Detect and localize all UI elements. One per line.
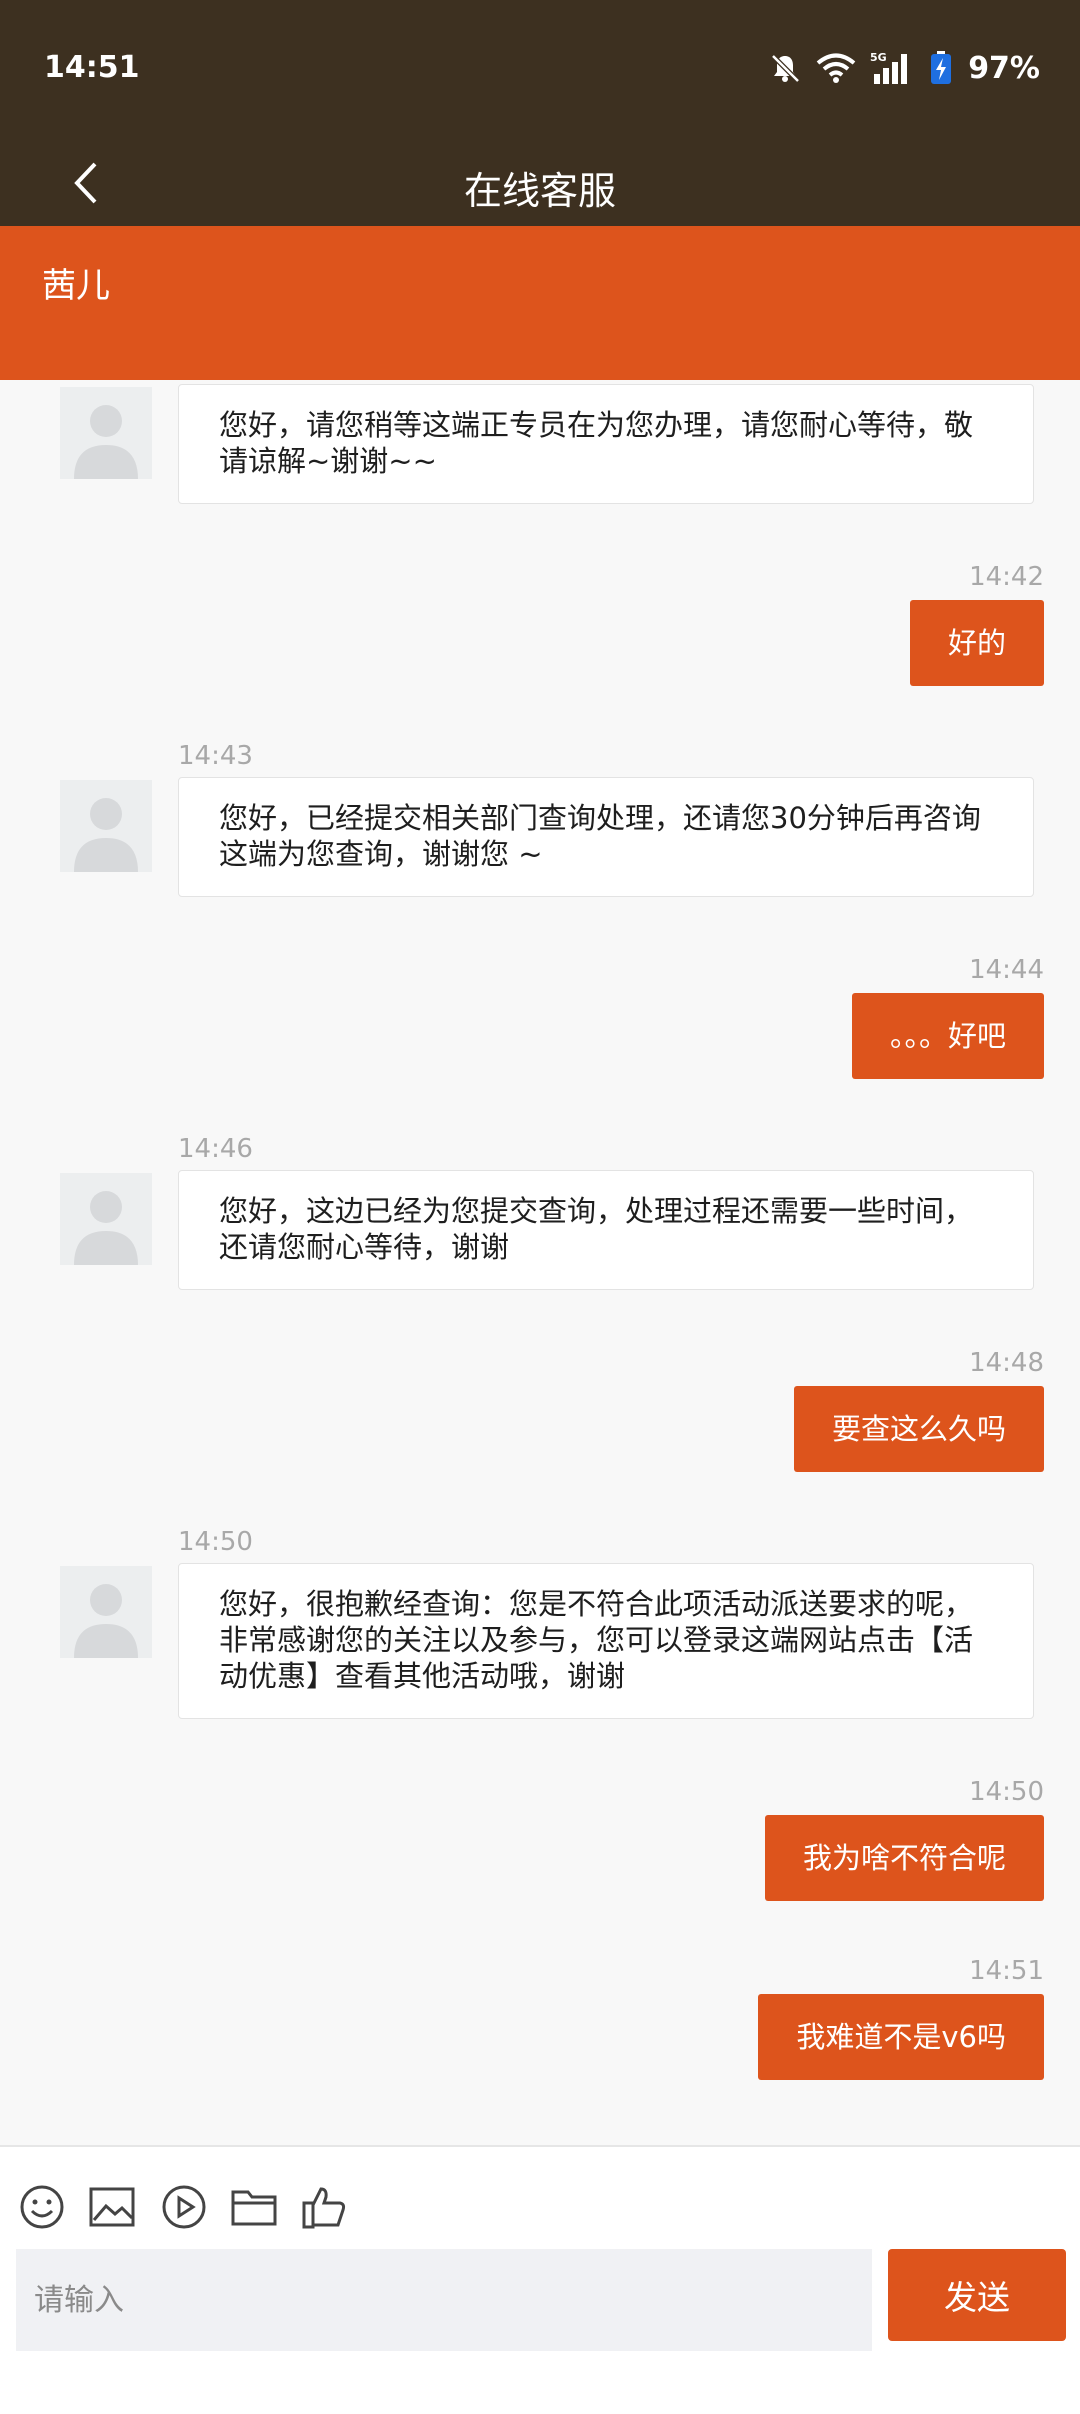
wifi-icon — [816, 52, 856, 84]
file-button[interactable] — [226, 2179, 282, 2235]
signal-5g-icon: 5G — [870, 50, 916, 86]
status-time: 14:51 — [44, 50, 140, 85]
message-time: 14:51 — [969, 1956, 1044, 1986]
agent-avatar — [60, 780, 152, 872]
chat-messages[interactable]: 您好，请您稍等这端正专员在为您办理，请您耐心等待，敬请谅解~谢谢~~ 14:42… — [0, 380, 1080, 2145]
agent-message-bubble: 您好，请您稍等这端正专员在为您办理，请您耐心等待，敬请谅解~谢谢~~ — [178, 384, 1034, 504]
status-icons: 5G 97% — [768, 48, 1040, 88]
message-time: 14:42 — [969, 562, 1044, 592]
battery-charging-icon — [930, 51, 952, 85]
message-time: 14:43 — [178, 741, 253, 771]
message-time: 14:50 — [969, 1777, 1044, 1807]
agent-banner: 茜儿 — [0, 226, 1080, 380]
user-message-bubble: 。。。好吧 — [851, 993, 1044, 1079]
folder-icon — [231, 2190, 277, 2226]
like-button[interactable] — [296, 2179, 352, 2235]
status-bar: 14:51 5G 97% — [0, 0, 1080, 140]
battery-percent: 97% — [968, 50, 1040, 86]
svg-text:5G: 5G — [870, 51, 887, 64]
message-time: 14:46 — [178, 1134, 253, 1164]
agent-name: 茜儿 — [42, 266, 110, 306]
video-icon — [162, 2185, 206, 2229]
image-icon — [89, 2187, 135, 2227]
user-message-bubble: 好的 — [909, 600, 1044, 686]
agent-avatar — [60, 1173, 152, 1265]
send-button[interactable]: 发送 — [888, 2249, 1066, 2341]
user-message-bubble: 要查这么久吗 — [793, 1386, 1044, 1472]
page-title: 在线客服 — [463, 169, 616, 213]
bell-muted-icon — [768, 51, 802, 85]
agent-message-bubble: 您好，已经提交相关部门查询处理，还请您30分钟后再咨询这端为您查询，谢谢您 ~ — [178, 777, 1034, 897]
image-button[interactable] — [84, 2179, 140, 2235]
agent-message-bubble: 您好，很抱歉经查询：您是不符合此项活动派送要求的呢，非常感谢您的关注以及参与，您… — [178, 1563, 1034, 1719]
message-time: 14:50 — [178, 1527, 253, 1557]
message-time: 14:48 — [969, 1348, 1044, 1378]
message-time: 14:44 — [969, 955, 1044, 985]
emoji-icon — [20, 2185, 64, 2229]
app-header: 在线客服 — [0, 140, 1080, 226]
thumbs-up-icon — [302, 2187, 346, 2229]
emoji-button[interactable] — [14, 2179, 70, 2235]
message-composer: 发送 — [0, 2145, 1080, 2414]
agent-avatar — [60, 1566, 152, 1658]
video-button[interactable] — [156, 2179, 212, 2235]
agent-avatar — [60, 387, 152, 479]
agent-message-bubble: 您好，这边已经为您提交查询，处理过程还需要一些时间，还请您耐心等待，谢谢 — [178, 1170, 1034, 1290]
message-input[interactable] — [16, 2249, 872, 2351]
user-message-bubble: 我难道不是v6吗 — [758, 1994, 1044, 2080]
user-message-bubble: 我为啥不符合呢 — [764, 1815, 1044, 1901]
